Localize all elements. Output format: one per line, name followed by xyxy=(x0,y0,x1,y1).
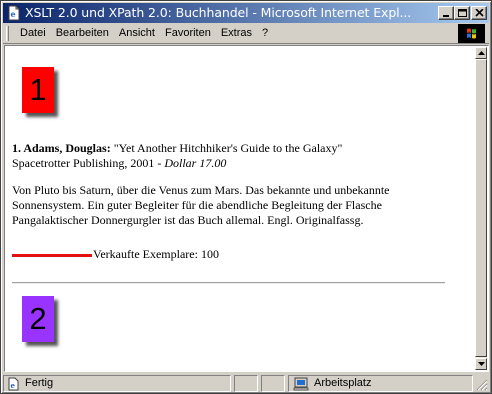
arrow-up-icon xyxy=(478,51,485,55)
maximize-icon xyxy=(458,9,467,17)
book-entry: 1. Adams, Douglas: "Yet Another Hitchhik… xyxy=(12,141,467,171)
scroll-thumb[interactable] xyxy=(475,59,487,357)
book-title: "Yet Another Hitchhiker's Guide to the G… xyxy=(113,141,343,155)
arrow-down-icon xyxy=(478,362,485,366)
menu-grip[interactable] xyxy=(6,26,9,41)
status-panel-1 xyxy=(234,375,258,392)
zone-text: Arbeitsplatz xyxy=(314,377,372,389)
menu-item-favoriten[interactable]: Favoriten xyxy=(160,23,216,44)
resize-grip-icon[interactable] xyxy=(476,379,488,391)
menu-item-ansicht[interactable]: Ansicht xyxy=(114,23,160,44)
sales-label: Verkaufte Exemplare: 100 xyxy=(93,247,219,261)
book-price: Dollar 17.00 xyxy=(164,156,227,170)
marker-purple: 2 xyxy=(22,296,54,342)
menu-bar: Datei Bearbeiten Ansicht Favoriten Extra… xyxy=(3,23,489,44)
status-bar: e Fertig Arbeitsplatz xyxy=(3,373,489,393)
minimize-button[interactable] xyxy=(438,6,454,20)
windows-logo-icon xyxy=(458,24,485,43)
status-text: Fertig xyxy=(25,377,54,389)
menu-item-help[interactable]: ? xyxy=(257,23,273,44)
svg-text:e: e xyxy=(11,381,16,390)
vertical-scrollbar[interactable] xyxy=(475,47,487,370)
divider xyxy=(12,282,445,284)
browser-window: e XSLT 2.0 und XPath 2.0: Buchhandel - M… xyxy=(0,0,492,394)
page-content[interactable]: 1 1. Adams, Douglas: "Yet Another Hitchh… xyxy=(6,47,474,370)
sales-bar xyxy=(12,253,92,257)
status-zone-panel: Arbeitsplatz xyxy=(288,375,473,392)
minimize-icon xyxy=(443,15,449,17)
book-description: Von Pluto bis Saturn, über die Venus zum… xyxy=(12,183,390,227)
my-computer-icon xyxy=(293,377,309,391)
maximize-button[interactable] xyxy=(454,6,470,20)
menu-item-extras[interactable]: Extras xyxy=(216,23,257,44)
scroll-down-button[interactable] xyxy=(475,358,487,370)
browser-viewport: 1 1. Adams, Douglas: "Yet Another Hitchh… xyxy=(4,45,489,372)
marker-red: 1 xyxy=(22,67,54,113)
title-bar[interactable]: e XSLT 2.0 und XPath 2.0: Buchhandel - M… xyxy=(3,3,489,23)
close-icon xyxy=(475,9,484,17)
window-title: XSLT 2.0 und XPath 2.0: Buchhandel - Mic… xyxy=(25,5,412,20)
close-button[interactable] xyxy=(471,6,487,20)
menu-item-bearbeiten[interactable]: Bearbeiten xyxy=(51,23,114,44)
book-author: 1. Adams, Douglas: xyxy=(12,141,111,155)
ie-page-icon[interactable]: e xyxy=(6,5,22,21)
book-publisher: Spacetrotter Publishing, 2001 - xyxy=(12,156,165,170)
menu-item-datei[interactable]: Datei xyxy=(15,23,51,44)
status-main-panel: e Fertig xyxy=(3,375,231,392)
ie-page-icon: e xyxy=(8,377,19,391)
status-panel-2 xyxy=(261,375,285,392)
scroll-up-button[interactable] xyxy=(475,47,487,59)
svg-text:e: e xyxy=(11,9,16,19)
sales-row: Verkaufte Exemplare: 100 xyxy=(12,247,219,262)
